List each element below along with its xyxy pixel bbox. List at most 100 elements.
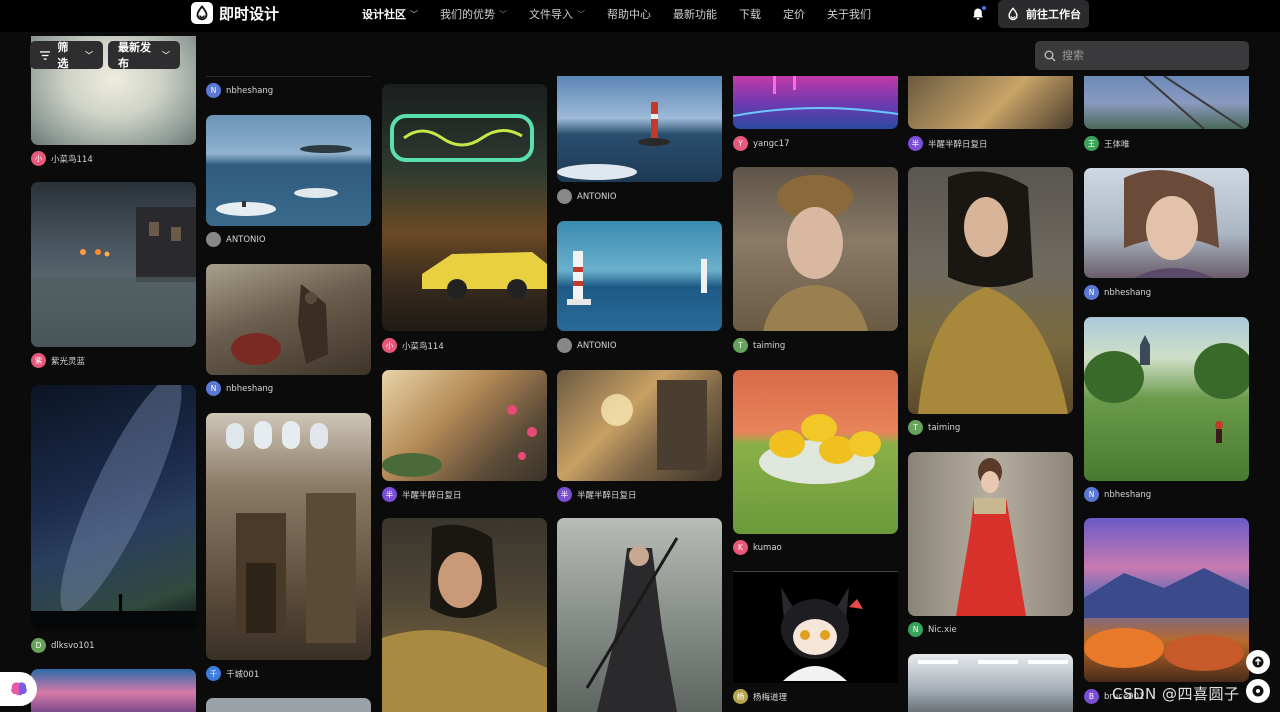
- nav-help-center[interactable]: 帮助中心: [607, 6, 651, 22]
- artwork-card[interactable]: [382, 370, 547, 481]
- artwork-card[interactable]: [557, 518, 722, 712]
- author-tag[interactable]: ANTONIO: [557, 189, 617, 204]
- brain-icon: [10, 682, 27, 696]
- back-to-top-button[interactable]: [1246, 650, 1270, 674]
- feedback-button[interactable]: [1246, 679, 1270, 703]
- artwork-card[interactable]: [1084, 518, 1249, 682]
- author-name: 王体唯: [1104, 139, 1130, 150]
- avatar: [557, 338, 572, 353]
- workbench-label: 前往工作台: [1026, 8, 1081, 21]
- author-tag[interactable]: 紫紫光灵蓝: [31, 353, 85, 368]
- neon-city-image: [733, 76, 898, 117]
- author-tag[interactable]: Ddlksvo101: [31, 638, 95, 653]
- sort-dropdown[interactable]: 最新发布 ﹀: [108, 41, 180, 70]
- anime-cat-girl-image: [733, 571, 898, 681]
- author-name: taiming: [753, 340, 786, 351]
- author-tag[interactable]: Yyangc17: [733, 136, 790, 151]
- author-tag[interactable]: 千千城001: [206, 666, 259, 681]
- woman-portrait-image: [763, 175, 868, 331]
- green-field-image: [1084, 335, 1249, 443]
- avatar: T: [733, 338, 748, 353]
- artwork-card[interactable]: [1084, 168, 1249, 278]
- nav-download[interactable]: 下载: [739, 6, 761, 22]
- brand-logo[interactable]: 即时设计: [191, 2, 279, 24]
- golden-portrait-image: [382, 524, 547, 712]
- search-input[interactable]: [1062, 49, 1242, 62]
- artwork-card[interactable]: [908, 167, 1073, 414]
- filter-button[interactable]: 筛选 ﹀: [30, 41, 103, 70]
- artwork-card[interactable]: [382, 518, 547, 712]
- author-tag[interactable]: ANTONIO: [206, 232, 266, 247]
- author-tag[interactable]: 王王体唯: [1084, 136, 1130, 151]
- nav-about[interactable]: 关于我们: [827, 6, 871, 22]
- artwork-card[interactable]: [206, 698, 371, 712]
- artwork-card[interactable]: [31, 385, 196, 631]
- golden-dress-portrait-image: [918, 171, 1068, 414]
- library-hall-image: [226, 421, 356, 643]
- artwork-card[interactable]: [733, 76, 898, 129]
- author-tag[interactable]: Nnbheshang: [1084, 285, 1151, 300]
- author-name: kumao: [753, 542, 782, 553]
- artwork-card[interactable]: [733, 370, 898, 534]
- artwork-card[interactable]: [31, 669, 196, 712]
- author-tag[interactable]: 半半醒半醉日复日: [382, 487, 462, 502]
- author-tag[interactable]: Kkumao: [733, 540, 782, 555]
- author-tag[interactable]: Ttaiming: [908, 420, 960, 435]
- lemons-still-life-image: [759, 414, 881, 484]
- author-name: 半醒半醉日复日: [402, 490, 462, 501]
- interior-image: [918, 660, 1068, 664]
- artwork-card[interactable]: [1084, 317, 1249, 481]
- author-tag[interactable]: 半半醒半醉日复日: [557, 487, 637, 502]
- search-icon: [1044, 50, 1056, 61]
- author-tag[interactable]: ANTONIO: [557, 338, 617, 353]
- avatar: [557, 189, 572, 204]
- author-name: dlksvo101: [51, 640, 95, 651]
- author-tag[interactable]: Nnbheshang: [206, 381, 273, 396]
- artwork-card[interactable]: [557, 76, 722, 182]
- author-tag[interactable]: Ttaiming: [733, 338, 785, 353]
- go-to-workbench-button[interactable]: 前往工作台: [998, 0, 1089, 28]
- author-tag[interactable]: 杨杨梅道理: [733, 689, 787, 704]
- avatar: K: [733, 540, 748, 555]
- author-name: nbheshang: [1104, 489, 1152, 500]
- artwork-card[interactable]: [206, 264, 371, 375]
- artwork-card[interactable]: [908, 76, 1073, 129]
- nav-new-features[interactable]: 最新功能: [673, 6, 717, 22]
- ai-assistant-button[interactable]: [0, 672, 37, 706]
- author-tag[interactable]: 半半醒半醉日复日: [908, 136, 988, 151]
- logo-icon: [1008, 7, 1018, 21]
- artwork-card[interactable]: [31, 182, 196, 347]
- artwork-card[interactable]: [206, 115, 371, 226]
- nav-file-import[interactable]: 文件导入 ﹀: [529, 6, 585, 22]
- artwork-card[interactable]: [557, 221, 722, 331]
- artwork-card[interactable]: [206, 413, 371, 660]
- artwork-card[interactable]: [908, 654, 1073, 712]
- author-tag[interactable]: N Nic.xie: [908, 622, 957, 637]
- nav-design-community[interactable]: 设计社区 ﹀: [362, 6, 418, 22]
- artwork-card[interactable]: [1084, 76, 1249, 129]
- author-tag[interactable]: 小小菜鸟114: [382, 338, 444, 353]
- author-name: nbheshang: [1104, 287, 1152, 298]
- author-name: 杨梅道理: [753, 692, 788, 703]
- artwork-card[interactable]: [908, 452, 1073, 616]
- author-tag[interactable]: Nnbheshang: [206, 83, 273, 98]
- nav-advantages[interactable]: 我们的优势 ﹀: [440, 6, 507, 22]
- avatar: N: [1084, 487, 1099, 502]
- avatar: 杨: [733, 689, 748, 704]
- author-name: 小菜鸟114: [51, 154, 93, 165]
- man-portrait-image: [1124, 170, 1219, 278]
- artwork-card[interactable]: [382, 84, 547, 331]
- nav-label: 设计社区: [362, 8, 406, 21]
- logo-icon: [191, 2, 213, 24]
- filter-label: 筛选: [57, 41, 69, 70]
- artwork-card[interactable]: [557, 370, 722, 481]
- nav-pricing[interactable]: 定价: [783, 6, 805, 22]
- avatar: 千: [206, 666, 221, 681]
- author-tag[interactable]: Nnbheshang: [1084, 487, 1151, 502]
- notification-button[interactable]: [969, 5, 987, 23]
- artwork-card[interactable]: [733, 571, 898, 683]
- artwork-card[interactable]: [733, 167, 898, 331]
- author-tag[interactable]: 小小菜鸟114: [31, 151, 93, 166]
- search-box[interactable]: [1035, 41, 1249, 70]
- notification-dot: [982, 6, 986, 10]
